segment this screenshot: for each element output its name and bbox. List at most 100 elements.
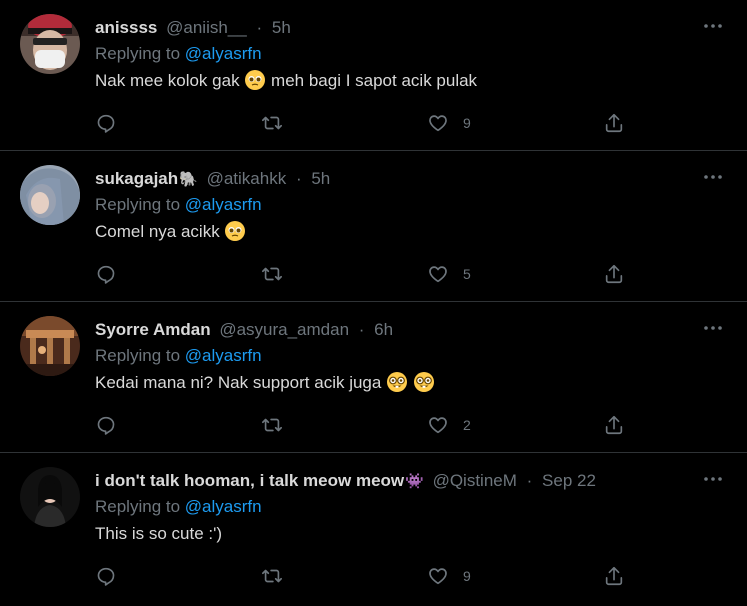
more-icon[interactable] bbox=[701, 320, 725, 336]
reply-button[interactable] bbox=[95, 413, 117, 437]
share-icon bbox=[605, 415, 623, 435]
replying-to: Replying to @alyasrfn bbox=[95, 343, 727, 369]
avatar[interactable] bbox=[20, 467, 80, 527]
display-name[interactable]: Syorre Amdan bbox=[95, 320, 211, 339]
retweet-icon bbox=[262, 116, 282, 130]
retweet-button[interactable] bbox=[260, 111, 284, 135]
reply-icon bbox=[97, 416, 115, 435]
tweet[interactable]: anissss @aniish__ · 5h Replying to @alya… bbox=[0, 0, 747, 151]
like-count: 5 bbox=[463, 266, 471, 282]
tweet-header: sukagajah🐘 @atikahkk · 5h bbox=[95, 166, 727, 192]
mention-link[interactable]: @alyasrfn bbox=[185, 195, 262, 214]
share-button[interactable] bbox=[603, 564, 625, 588]
tweet-actions: 5 bbox=[95, 262, 635, 286]
share-button[interactable] bbox=[603, 413, 625, 437]
separator-dot: · bbox=[256, 18, 263, 37]
tweet[interactable]: Syorre Amdan @asyura_amdan · 6h Replying… bbox=[0, 302, 747, 453]
more-icon[interactable] bbox=[701, 18, 725, 34]
tweet-text-part: Comel nya acikk bbox=[95, 222, 220, 241]
display-name[interactable]: i don't talk hooman, i talk meow meow bbox=[95, 471, 404, 490]
reply-icon bbox=[97, 114, 115, 133]
tweet-text: Comel nya acikk bbox=[95, 218, 727, 246]
tweet-actions: 9 bbox=[95, 111, 635, 135]
pleading-face-emoji-icon bbox=[224, 220, 246, 242]
tweet-text-part: meh bagi I sapot acik pulak bbox=[271, 71, 478, 90]
separator-dot: · bbox=[295, 169, 302, 188]
replying-prefix: Replying to bbox=[95, 195, 181, 214]
user-handle[interactable]: @QistineM bbox=[433, 471, 517, 490]
tweet-text-part: Kedai mana ni? Nak support acik juga bbox=[95, 373, 382, 392]
heart-icon bbox=[429, 417, 447, 434]
tweet-text: This is so cute :') bbox=[95, 520, 727, 548]
user-handle[interactable]: @asyura_amdan bbox=[219, 320, 349, 339]
retweet-button[interactable] bbox=[260, 413, 284, 437]
retweet-icon bbox=[262, 569, 282, 583]
reply-button[interactable] bbox=[95, 111, 117, 135]
alien-monster-emoji-icon: 👾 bbox=[405, 473, 424, 490]
like-button[interactable]: 2 bbox=[427, 413, 471, 437]
retweet-button[interactable] bbox=[260, 262, 284, 286]
replying-prefix: Replying to bbox=[95, 497, 181, 516]
tweet-header: anissss @aniish__ · 5h bbox=[95, 15, 727, 41]
tweet-actions: 9 bbox=[95, 564, 635, 588]
tweet-header: Syorre Amdan @asyura_amdan · 6h bbox=[95, 317, 727, 343]
elephant-emoji-icon: 🐘 bbox=[179, 171, 198, 188]
share-icon bbox=[605, 113, 623, 133]
heart-icon bbox=[429, 568, 447, 585]
like-count: 9 bbox=[463, 115, 471, 131]
tweet[interactable]: sukagajah🐘 @atikahkk · 5h Replying to @a… bbox=[0, 151, 747, 302]
reply-icon bbox=[97, 265, 115, 284]
replying-prefix: Replying to bbox=[95, 346, 181, 365]
mention-link[interactable]: @alyasrfn bbox=[185, 346, 262, 365]
more-icon[interactable] bbox=[701, 471, 725, 487]
reply-feed: anissss @aniish__ · 5h Replying to @alya… bbox=[0, 0, 747, 604]
timestamp[interactable]: 5h bbox=[272, 18, 291, 37]
user-handle[interactable]: @atikahkk bbox=[207, 169, 287, 188]
share-icon bbox=[605, 566, 623, 586]
retweet-icon bbox=[262, 418, 282, 432]
share-icon bbox=[605, 264, 623, 284]
timestamp[interactable]: 6h bbox=[374, 320, 393, 339]
share-button[interactable] bbox=[603, 262, 625, 286]
like-count: 9 bbox=[463, 568, 471, 584]
replying-prefix: Replying to bbox=[95, 44, 181, 63]
like-button[interactable]: 9 bbox=[427, 564, 471, 588]
replying-to: Replying to @alyasrfn bbox=[95, 41, 727, 67]
tweet-actions: 2 bbox=[95, 413, 635, 437]
replying-to: Replying to @alyasrfn bbox=[95, 192, 727, 218]
nerd-face-emoji-icon bbox=[413, 371, 435, 393]
display-name[interactable]: sukagajah bbox=[95, 169, 178, 188]
heart-icon bbox=[429, 266, 447, 283]
timestamp[interactable]: Sep 22 bbox=[542, 471, 596, 490]
display-name[interactable]: anissss bbox=[95, 18, 157, 37]
heart-icon bbox=[429, 115, 447, 132]
reply-icon bbox=[97, 567, 115, 586]
reply-button[interactable] bbox=[95, 564, 117, 588]
like-button[interactable]: 9 bbox=[427, 111, 471, 135]
tweet-header: i don't talk hooman, i talk meow meow👾 @… bbox=[95, 468, 727, 494]
tweet-text-part: This is so cute :') bbox=[95, 524, 223, 543]
more-icon[interactable] bbox=[701, 169, 725, 185]
tweet-text: Kedai mana ni? Nak support acik juga bbox=[95, 369, 727, 397]
retweet-icon bbox=[262, 267, 282, 281]
reply-button[interactable] bbox=[95, 262, 117, 286]
tweet-text: Nak mee kolok gak meh bagi I sapot acik … bbox=[95, 67, 727, 95]
separator-dot: · bbox=[358, 320, 365, 339]
avatar[interactable] bbox=[20, 165, 80, 225]
nerd-face-emoji-icon bbox=[386, 371, 408, 393]
mention-link[interactable]: @alyasrfn bbox=[185, 497, 262, 516]
mention-link[interactable]: @alyasrfn bbox=[185, 44, 262, 63]
tweet[interactable]: i don't talk hooman, i talk meow meow👾 @… bbox=[0, 453, 747, 604]
replying-to: Replying to @alyasrfn bbox=[95, 494, 727, 520]
like-button[interactable]: 5 bbox=[427, 262, 471, 286]
tweet-text-part: Nak mee kolok gak bbox=[95, 71, 240, 90]
separator-dot: · bbox=[526, 471, 533, 490]
user-handle[interactable]: @aniish__ bbox=[166, 18, 247, 37]
like-count: 2 bbox=[463, 417, 471, 433]
retweet-button[interactable] bbox=[260, 564, 284, 588]
share-button[interactable] bbox=[603, 111, 625, 135]
timestamp[interactable]: 5h bbox=[311, 169, 330, 188]
pleading-face-emoji-icon bbox=[244, 69, 266, 91]
avatar[interactable] bbox=[20, 316, 80, 376]
avatar[interactable] bbox=[20, 14, 80, 74]
